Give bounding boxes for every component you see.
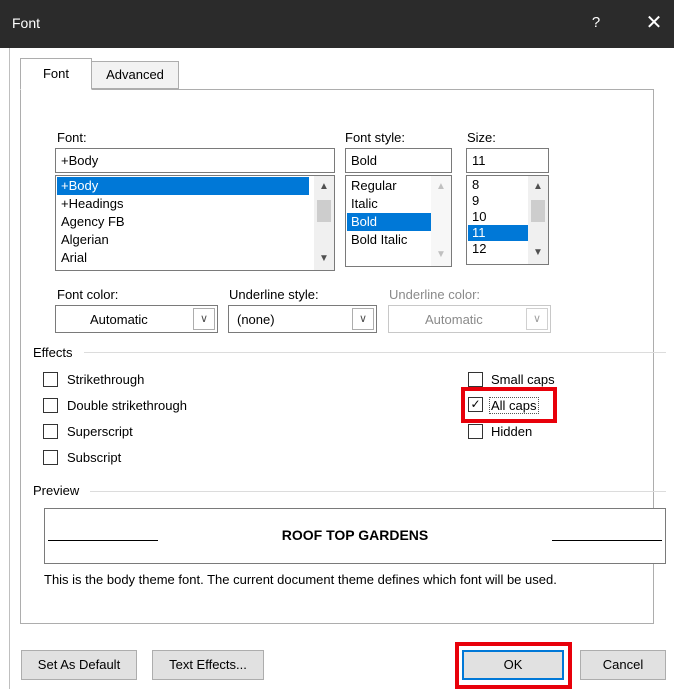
strikethrough-label: Strikethrough [67, 372, 145, 387]
font-size-scrollbar[interactable]: ▲ ▼ [528, 176, 548, 264]
window-title: Font [12, 15, 41, 31]
title-bar [0, 0, 674, 48]
chevron-down-icon[interactable]: ▼ [431, 246, 451, 264]
font-color-dropdown[interactable]: Automatic ∨ [55, 305, 218, 333]
font-style-label: Font style: [345, 130, 405, 145]
tab-advanced[interactable]: Advanced [91, 61, 179, 89]
cancel-button[interactable]: Cancel [580, 650, 666, 680]
preview-heading: Preview [33, 483, 80, 498]
underline-style-value: (none) [237, 312, 275, 327]
chevron-down-icon[interactable]: ∨ [352, 308, 374, 330]
strikethrough-checkbox[interactable] [43, 372, 58, 387]
chevron-up-icon[interactable]: ▲ [314, 178, 334, 196]
font-style-list[interactable]: Regular Italic Bold Bold Italic ▲ ▼ [345, 175, 452, 267]
font-list-scrollbar[interactable]: ▲ ▼ [314, 176, 334, 270]
subscript-checkbox[interactable] [43, 450, 58, 465]
small-caps-label: Small caps [491, 372, 555, 387]
chevron-down-icon: ∨ [526, 308, 548, 330]
close-button[interactable]: ✕ [642, 10, 666, 35]
list-item[interactable]: 11 [468, 225, 528, 241]
list-item[interactable]: Algerian [57, 231, 309, 249]
text-effects-button[interactable]: Text Effects... [152, 650, 264, 680]
preview-sample-text: ROOF TOP GARDENS [281, 527, 429, 543]
font-name-input[interactable]: +Body [55, 148, 335, 173]
double-strikethrough-label: Double strikethrough [67, 398, 187, 413]
font-style-input[interactable]: Bold [345, 148, 452, 173]
effects-heading: Effects [33, 345, 73, 360]
font-size-list[interactable]: 8 9 10 11 12 ▲ ▼ [466, 175, 549, 265]
chevron-up-icon[interactable]: ▲ [431, 178, 451, 196]
underline-color-dropdown: Automatic ∨ [388, 305, 551, 333]
set-as-default-button[interactable]: Set As Default [21, 650, 137, 680]
double-strikethrough-checkbox[interactable] [43, 398, 58, 413]
font-style-scrollbar[interactable]: ▲ ▼ [431, 176, 451, 266]
list-item[interactable]: 9 [468, 193, 528, 209]
list-item[interactable]: 8 [468, 177, 528, 193]
all-caps-checkbox[interactable]: ✓ [468, 397, 483, 412]
list-item[interactable]: Bold Italic [347, 231, 431, 249]
tab-font[interactable]: Font [20, 58, 92, 90]
hidden-label: Hidden [491, 424, 533, 439]
preview-divider [90, 491, 666, 492]
chevron-down-icon[interactable]: ▼ [314, 250, 334, 268]
underline-color-value: Automatic [425, 312, 483, 327]
preview-description: This is the body theme font. The current… [44, 572, 557, 587]
list-item[interactable]: +Body [57, 177, 309, 195]
font-color-value: Automatic [90, 312, 148, 327]
superscript-checkbox[interactable] [43, 424, 58, 439]
underline-color-label: Underline color: [389, 287, 481, 302]
checkmark-icon: ✓ [470, 397, 481, 411]
ok-button[interactable]: OK [462, 650, 564, 680]
underline-style-label: Underline style: [229, 287, 319, 302]
small-caps-checkbox[interactable] [468, 372, 483, 387]
chevron-down-icon[interactable]: ∨ [193, 308, 215, 330]
font-size-input[interactable]: 11 [466, 148, 549, 173]
font-name-list[interactable]: +Body +Headings Agency FB Algerian Arial… [55, 175, 335, 271]
list-item[interactable]: +Headings [57, 195, 309, 213]
list-item[interactable]: Bold [347, 213, 431, 231]
list-item[interactable]: 10 [468, 209, 528, 225]
scrollbar-thumb[interactable] [317, 200, 331, 222]
font-color-label: Font color: [57, 287, 119, 302]
list-item[interactable]: Arial [57, 249, 309, 267]
scrollbar-thumb[interactable] [531, 200, 545, 222]
list-item[interactable]: 12 [468, 241, 528, 257]
font-label: Font: [57, 130, 87, 145]
size-label: Size: [467, 130, 496, 145]
all-caps-label: All caps [489, 397, 539, 414]
subscript-label: Subscript [67, 450, 122, 465]
hidden-checkbox[interactable] [468, 424, 483, 439]
superscript-label: Superscript [67, 424, 133, 439]
list-item[interactable]: Italic [347, 195, 431, 213]
effects-divider [84, 352, 666, 353]
chevron-down-icon[interactable]: ▼ [528, 244, 548, 262]
list-item[interactable]: Agency FB [57, 213, 309, 231]
list-item[interactable]: Regular [347, 177, 431, 195]
help-button[interactable]: ? [586, 14, 606, 31]
underline-style-dropdown[interactable]: (none) ∨ [228, 305, 377, 333]
chevron-up-icon[interactable]: ▲ [528, 178, 548, 196]
